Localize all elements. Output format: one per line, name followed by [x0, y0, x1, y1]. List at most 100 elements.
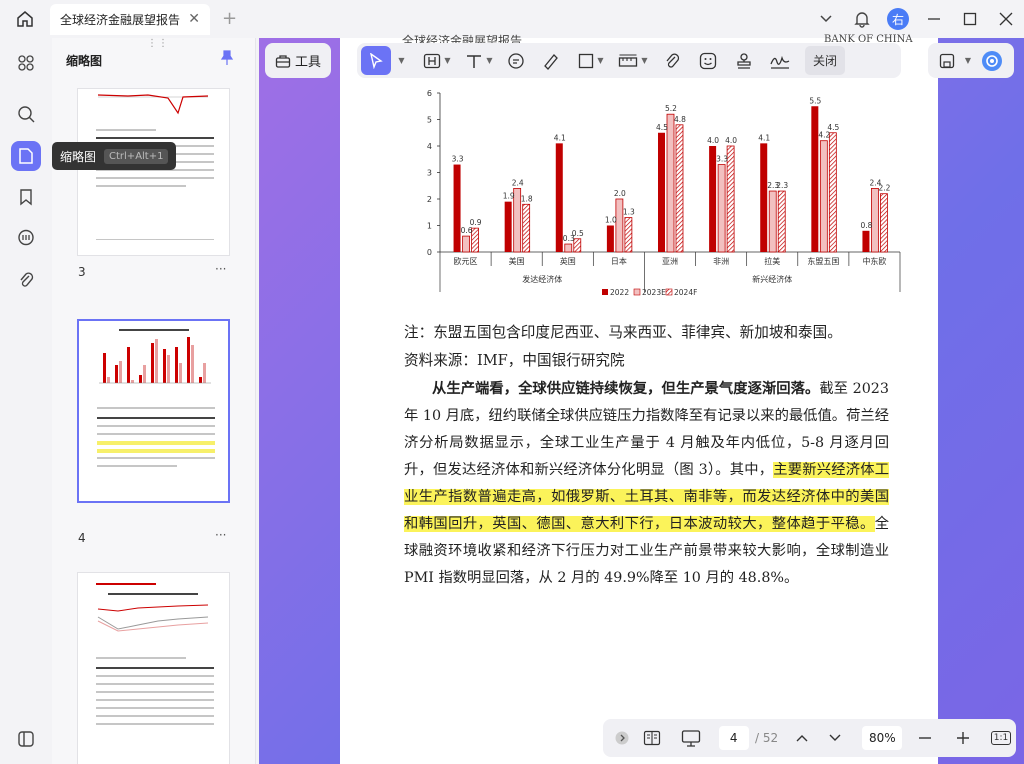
- select-tool-dropdown[interactable]: ▼: [393, 46, 407, 75]
- chevron-down-icon[interactable]: ▼: [965, 56, 971, 65]
- chart-bar: [675, 124, 684, 253]
- thumb-chart: [99, 337, 211, 384]
- tab-title: 全球经济金融展望报告: [60, 13, 181, 27]
- page-layout-icon[interactable]: [635, 730, 669, 746]
- zoom-out-icon[interactable]: [906, 731, 944, 745]
- presentation-icon[interactable]: [669, 729, 713, 747]
- home-icon[interactable]: [14, 8, 36, 30]
- collapse-arrow-icon[interactable]: [609, 731, 635, 745]
- chart-bar: [717, 164, 726, 253]
- thumbnail-icon[interactable]: [11, 141, 41, 171]
- chart-bar: [453, 164, 461, 252]
- signature-tool[interactable]: [763, 46, 797, 75]
- bar-data-label: 0.5: [572, 229, 584, 238]
- ai-assistant-icon[interactable]: [981, 50, 1003, 72]
- chart-bar: [462, 235, 470, 253]
- paragraph-lead: 从生产端看，全球供应链持续恢复，但生产景气度逐渐回落。: [432, 381, 820, 397]
- bottom-bar: 4 / 52 80% 1:1: [603, 719, 1016, 757]
- stamp-tool[interactable]: [727, 46, 761, 75]
- stamp-icon: [737, 52, 751, 69]
- chevron-down-icon: ▼: [398, 56, 405, 65]
- chart-source: 资料来源：IMF，中国银行研究院: [404, 352, 625, 369]
- thumbnail-page-4[interactable]: [77, 319, 230, 503]
- avatar-button[interactable]: 右: [880, 0, 916, 38]
- pin-icon[interactable]: [220, 50, 234, 70]
- chart-bar: [760, 143, 768, 252]
- chevron-down-icon: ▼: [641, 56, 648, 65]
- select-tool[interactable]: [361, 46, 391, 75]
- next-page-icon[interactable]: [818, 733, 852, 743]
- sticker-tool[interactable]: [691, 46, 725, 75]
- legend-label: 2024F: [674, 288, 697, 297]
- attach-tool[interactable]: [655, 46, 689, 75]
- x-tick-label: 英国: [560, 256, 576, 266]
- thumbnail-tooltip: 缩略图 Ctrl+Alt+1: [52, 142, 177, 170]
- maximize-icon[interactable]: [952, 0, 988, 38]
- bar-data-label: 4.1: [554, 133, 566, 142]
- tools-button[interactable]: 工具: [265, 43, 331, 78]
- legend-swatch: [633, 288, 641, 296]
- bookmark-icon[interactable]: [11, 182, 41, 212]
- fit-label: 1:1: [990, 731, 1012, 745]
- chart-note: 注：东盟五国包含印度尼西亚、马来西亚、菲律宾、新加坡和泰国。: [404, 324, 842, 341]
- rectangle-icon: [579, 53, 594, 68]
- bell-icon[interactable]: [844, 0, 880, 38]
- bar-data-label: 4.5: [656, 123, 668, 132]
- thumbnail-panel-title: 缩略图: [66, 54, 103, 68]
- total-pages: / 52: [755, 731, 779, 745]
- avatar[interactable]: 右: [887, 8, 909, 30]
- actual-size-button[interactable]: 1:1: [986, 731, 1016, 745]
- bar-data-label: 1.3: [623, 208, 635, 217]
- measure-tool[interactable]: ▼: [613, 46, 653, 75]
- save-icon[interactable]: [939, 53, 955, 69]
- comment-tool[interactable]: [501, 46, 531, 75]
- search-icon[interactable]: [11, 99, 41, 129]
- drag-handle[interactable]: ⋮⋮: [147, 38, 169, 49]
- thumbnail-page-number: 4: [78, 531, 86, 545]
- pen-tool[interactable]: [533, 46, 569, 75]
- thumbnail-more-button[interactable]: ···: [215, 528, 226, 542]
- page-number-input[interactable]: 4: [718, 726, 749, 750]
- zoom-in-icon[interactable]: [944, 731, 982, 745]
- close-window-icon[interactable]: [988, 0, 1024, 38]
- y-tick-label: 4: [427, 142, 432, 151]
- chart-bar: [726, 145, 735, 253]
- bar-data-label: 4.0: [707, 136, 719, 145]
- minimize-icon[interactable]: [916, 0, 952, 38]
- zoom-level-input[interactable]: 80%: [862, 726, 903, 750]
- chart-bar: [522, 203, 531, 253]
- prev-page-icon[interactable]: [785, 733, 819, 743]
- chevron-down-icon: ▼: [486, 56, 493, 65]
- chart-bar: [504, 201, 512, 252]
- attachment-icon[interactable]: [11, 265, 41, 295]
- bar-data-label: 4.2: [818, 131, 830, 140]
- bar-data-label: 2.0: [614, 189, 626, 198]
- bar-data-label: 2.4: [512, 178, 524, 187]
- thumbnail-page-5[interactable]: [77, 572, 230, 764]
- apps-grid-icon[interactable]: [11, 48, 41, 78]
- new-tab-button[interactable]: +: [222, 8, 237, 29]
- comment-icon[interactable]: [11, 223, 41, 253]
- shape-tool[interactable]: ▼: [571, 46, 611, 75]
- highlight-tool[interactable]: ▼: [417, 46, 457, 75]
- chevron-down-icon[interactable]: [808, 0, 844, 38]
- thumbnail-page-number: 3: [78, 265, 86, 279]
- toolbox-icon: [275, 54, 291, 68]
- x-tick-label: 亚洲: [662, 257, 678, 266]
- paperclip-icon: [666, 53, 680, 68]
- y-tick-label: 3: [427, 169, 432, 178]
- tab-close-icon[interactable]: ✕: [188, 11, 200, 27]
- text-tool[interactable]: ▼: [459, 46, 499, 75]
- tooltip-label: 缩略图: [60, 149, 97, 164]
- group-label: 新兴经济体: [752, 274, 792, 284]
- chart-bar: [811, 106, 819, 252]
- sticker-smile-icon: [699, 52, 717, 69]
- sidebar-toggle-icon[interactable]: [11, 724, 41, 754]
- chart-bar: [658, 132, 665, 252]
- close-toolbar-button[interactable]: 关闭: [805, 46, 846, 75]
- tab-document[interactable]: 全球经济金融展望报告 ✕: [50, 4, 210, 35]
- thumbnail-more-button[interactable]: ···: [215, 262, 226, 276]
- y-tick-label: 0: [427, 248, 432, 257]
- thumbnail-page-3[interactable]: [77, 88, 230, 256]
- cursor-icon: [370, 52, 383, 69]
